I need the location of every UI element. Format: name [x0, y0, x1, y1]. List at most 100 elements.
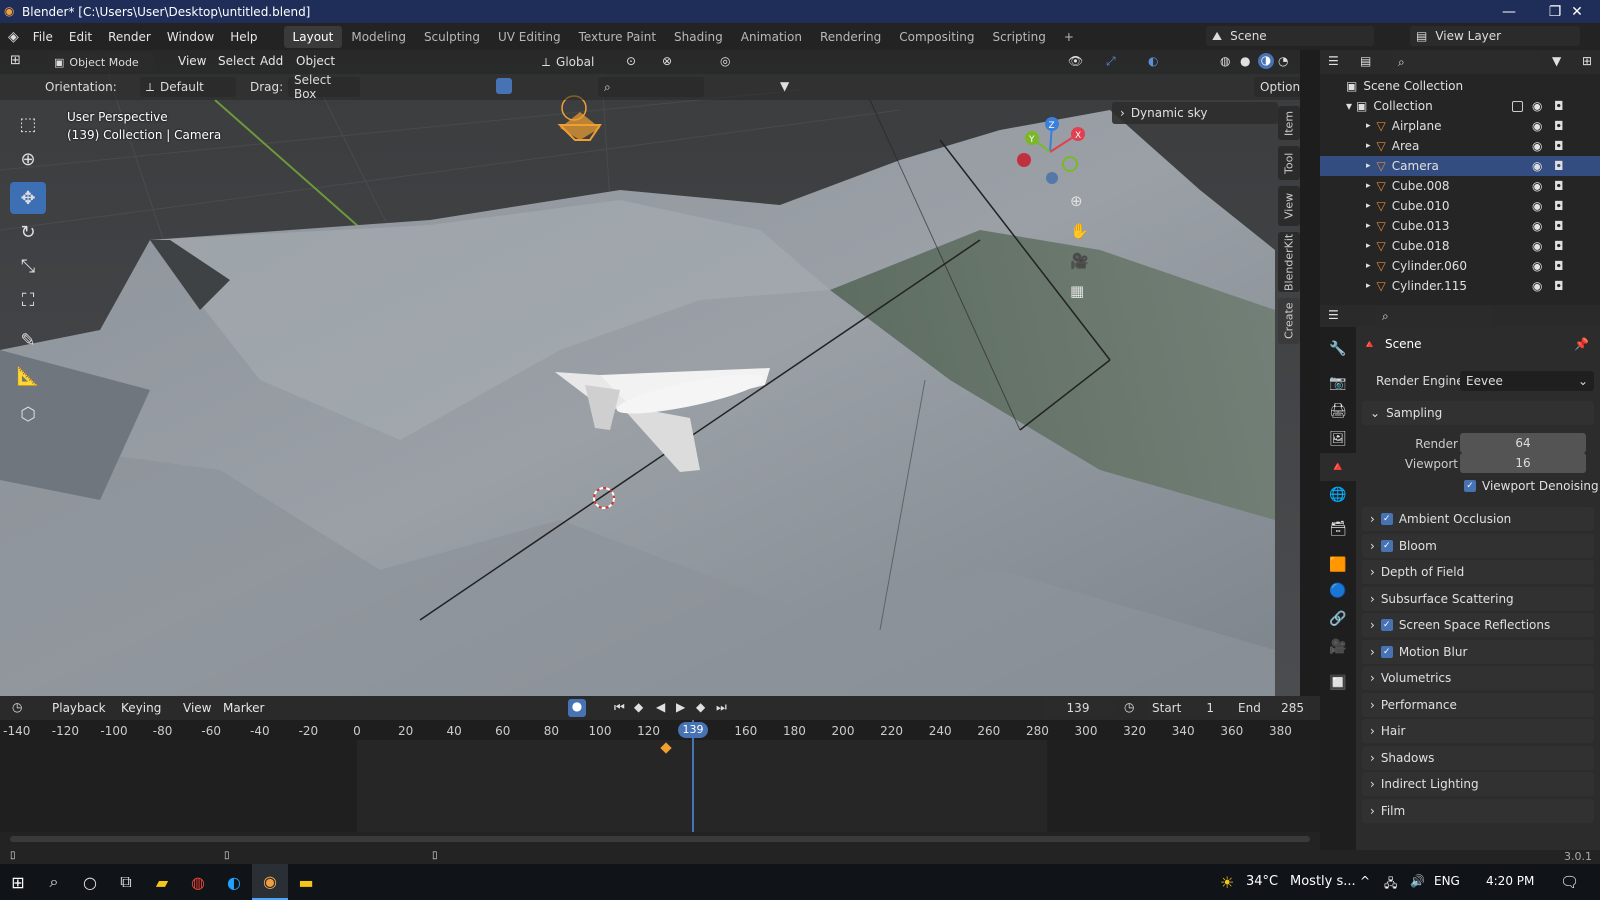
- pivot-icon[interactable]: ⊙: [626, 54, 636, 68]
- weather-text[interactable]: Mostly s...: [1290, 874, 1356, 889]
- sidebar-tab-view[interactable]: View: [1278, 186, 1300, 226]
- volume-icon[interactable]: 🔊: [1410, 874, 1425, 888]
- jump-end-icon[interactable]: ⏭: [716, 700, 727, 715]
- search-icon[interactable]: ⌕: [36, 864, 72, 900]
- annotate-tool-icon[interactable]: ✎: [10, 324, 46, 356]
- eye-icon[interactable]: ◉: [1532, 279, 1542, 293]
- eye-icon[interactable]: ◉: [1532, 219, 1542, 233]
- outliner-row-cylinder-060[interactable]: ▸ ▽ Cylinder.060 ◉ ◘: [1320, 256, 1600, 276]
- menu-edit[interactable]: Edit: [61, 30, 100, 44]
- network-icon[interactable]: 🖧: [1384, 874, 1397, 895]
- proportional-edit-icon[interactable]: ◎: [720, 54, 730, 68]
- clock-time[interactable]: 4:20 PM: [1486, 874, 1534, 888]
- camera-render-icon[interactable]: ◘: [1554, 279, 1564, 293]
- cortana-icon[interactable]: ○: [72, 864, 108, 900]
- material-shading-icon[interactable]: ◑: [1258, 53, 1274, 69]
- weather-temp[interactable]: 34°C: [1246, 874, 1278, 889]
- filter-icon[interactable]: ▼: [780, 79, 789, 93]
- zoom-icon[interactable]: ⊕: [1070, 192, 1083, 210]
- scene-properties-icon[interactable]: 🔺: [1320, 453, 1356, 481]
- scene-selector[interactable]: ⛰ Scene: [1206, 26, 1374, 46]
- move-tool-icon[interactable]: ✥: [10, 182, 46, 214]
- drag-dropdown[interactable]: Select Box: [288, 73, 360, 101]
- data-properties-icon[interactable]: 🎥: [1320, 633, 1356, 661]
- current-frame-field[interactable]: 139: [1042, 698, 1114, 718]
- end-frame-field[interactable]: End 285: [1232, 698, 1310, 718]
- outliner-search-field[interactable]: ⌕: [1392, 52, 1542, 72]
- sidebar-tab-item[interactable]: Item: [1278, 106, 1300, 140]
- eye-icon[interactable]: ◉: [1532, 179, 1542, 193]
- menu-window[interactable]: Window: [159, 30, 222, 44]
- gizmo-icon[interactable]: ⤢: [1106, 54, 1116, 69]
- properties-editor-type-icon[interactable]: ☰: [1328, 308, 1339, 322]
- camera-render-icon[interactable]: ◘: [1554, 119, 1564, 133]
- prev-keyframe-icon[interactable]: ◆: [634, 700, 643, 714]
- panel-depth-of-field[interactable]: › Depth of Field: [1362, 560, 1594, 584]
- panel-motion-blur[interactable]: › ✓ Motion Blur: [1362, 639, 1594, 664]
- panel-screen-space-reflections[interactable]: › ✓ Screen Space Reflections: [1362, 613, 1594, 637]
- outliner-row-cylinder-115[interactable]: ▸ ▽ Cylinder.115 ◉ ◘: [1320, 276, 1600, 296]
- start-frame-field[interactable]: Start 1: [1146, 698, 1220, 718]
- tab-sculpting[interactable]: Sculpting: [415, 26, 489, 48]
- playhead-frame[interactable]: 139: [678, 722, 708, 738]
- viewport-denoising-checkbox[interactable]: ✓ Viewport Denoising: [1464, 479, 1599, 493]
- tab-rendering[interactable]: Rendering: [811, 26, 890, 48]
- pin-icon[interactable]: 📌: [1574, 337, 1589, 351]
- add-cube-tool-icon[interactable]: ⬡: [10, 398, 46, 430]
- outliner-row-cube-008[interactable]: ▸ ▽ Cube.008 ◉ ◘: [1320, 176, 1600, 196]
- properties-search-field[interactable]: ⌕: [1376, 306, 1494, 326]
- expand-down-icon[interactable]: ▾: [1346, 99, 1352, 113]
- camera-render-icon[interactable]: ◘: [1554, 179, 1564, 193]
- camera-view-icon[interactable]: 🎥: [1070, 252, 1089, 270]
- panel-film[interactable]: › Film: [1362, 798, 1594, 823]
- render-properties-icon[interactable]: 📷: [1320, 369, 1356, 397]
- outliner-editor-type-icon[interactable]: ☰: [1328, 54, 1339, 68]
- tray-chevron-up-icon[interactable]: ^: [1360, 874, 1370, 888]
- timeline-menu-marker[interactable]: Marker: [215, 701, 272, 715]
- timeline-menu-playback[interactable]: Playback: [44, 701, 114, 715]
- navigation-gizmo[interactable]: Z X Y: [1010, 112, 1090, 192]
- editor-type-icon[interactable]: ⊞: [10, 53, 21, 68]
- edge-icon[interactable]: ◐: [216, 864, 252, 900]
- checkbox-checked-icon[interactable]: ✓: [1380, 645, 1393, 658]
- sidebar-tab-blenderkit[interactable]: BlenderKit: [1278, 232, 1300, 292]
- visibility-icon[interactable]: 👁: [1068, 54, 1083, 68]
- expand-right-icon[interactable]: ▸: [1366, 121, 1371, 131]
- pan-hand-icon[interactable]: ✋: [1070, 222, 1089, 240]
- sidebar-tab-create[interactable]: Create: [1278, 298, 1300, 344]
- viewport-samples-field[interactable]: 16: [1460, 453, 1586, 473]
- dynamic-sky-panel[interactable]: › Dynamic sky: [1112, 102, 1278, 124]
- camera-render-icon[interactable]: ◘: [1554, 139, 1564, 153]
- eye-icon[interactable]: ◉: [1532, 99, 1542, 113]
- camera-render-icon[interactable]: ◘: [1554, 199, 1564, 213]
- windows-start-icon[interactable]: ⊞: [0, 864, 36, 900]
- world-properties-icon[interactable]: 🌐: [1320, 481, 1356, 509]
- timeline-menu-keying[interactable]: Keying: [113, 701, 169, 715]
- menu-help[interactable]: Help: [222, 30, 265, 44]
- options-dropdown[interactable]: Options: [1254, 77, 1300, 97]
- panel-indirect-lighting[interactable]: › Indirect Lighting: [1362, 772, 1594, 796]
- close-window-button[interactable]: ✕: [1554, 0, 1600, 23]
- weather-icon[interactable]: ☀: [1220, 873, 1234, 892]
- wireframe-shading-icon[interactable]: ◍: [1220, 54, 1230, 68]
- rendered-shading-icon[interactable]: ◔: [1278, 54, 1288, 68]
- chrome-icon[interactable]: ◍: [180, 864, 216, 900]
- expand-right-icon[interactable]: ▸: [1366, 221, 1371, 231]
- tab-scripting[interactable]: Scripting: [983, 26, 1054, 48]
- filter-icon[interactable]: ▼: [1552, 54, 1561, 68]
- camera-render-icon[interactable]: ◘: [1554, 239, 1564, 253]
- panel-shadows[interactable]: › Shadows: [1362, 745, 1594, 770]
- ortho-grid-icon[interactable]: ▦: [1070, 282, 1084, 300]
- panel-volumetrics[interactable]: › Volumetrics: [1362, 666, 1594, 690]
- eye-icon[interactable]: ◉: [1532, 199, 1542, 213]
- viewport-search-field[interactable]: ⌕: [598, 77, 704, 97]
- eye-icon[interactable]: ◉: [1532, 159, 1542, 173]
- sampling-panel-header[interactable]: ⌄ Sampling: [1362, 401, 1594, 425]
- play-icon[interactable]: ▶: [676, 700, 685, 714]
- next-keyframe-icon[interactable]: ◆: [696, 700, 705, 714]
- panel-ambient-occlusion[interactable]: › ✓ Ambient Occlusion: [1362, 507, 1594, 531]
- tab-texture-paint[interactable]: Texture Paint: [570, 26, 665, 48]
- menu-render[interactable]: Render: [100, 30, 159, 44]
- orientation-dropdown[interactable]: ⟂ Default: [140, 77, 236, 97]
- output-properties-icon[interactable]: 🖨: [1320, 397, 1356, 425]
